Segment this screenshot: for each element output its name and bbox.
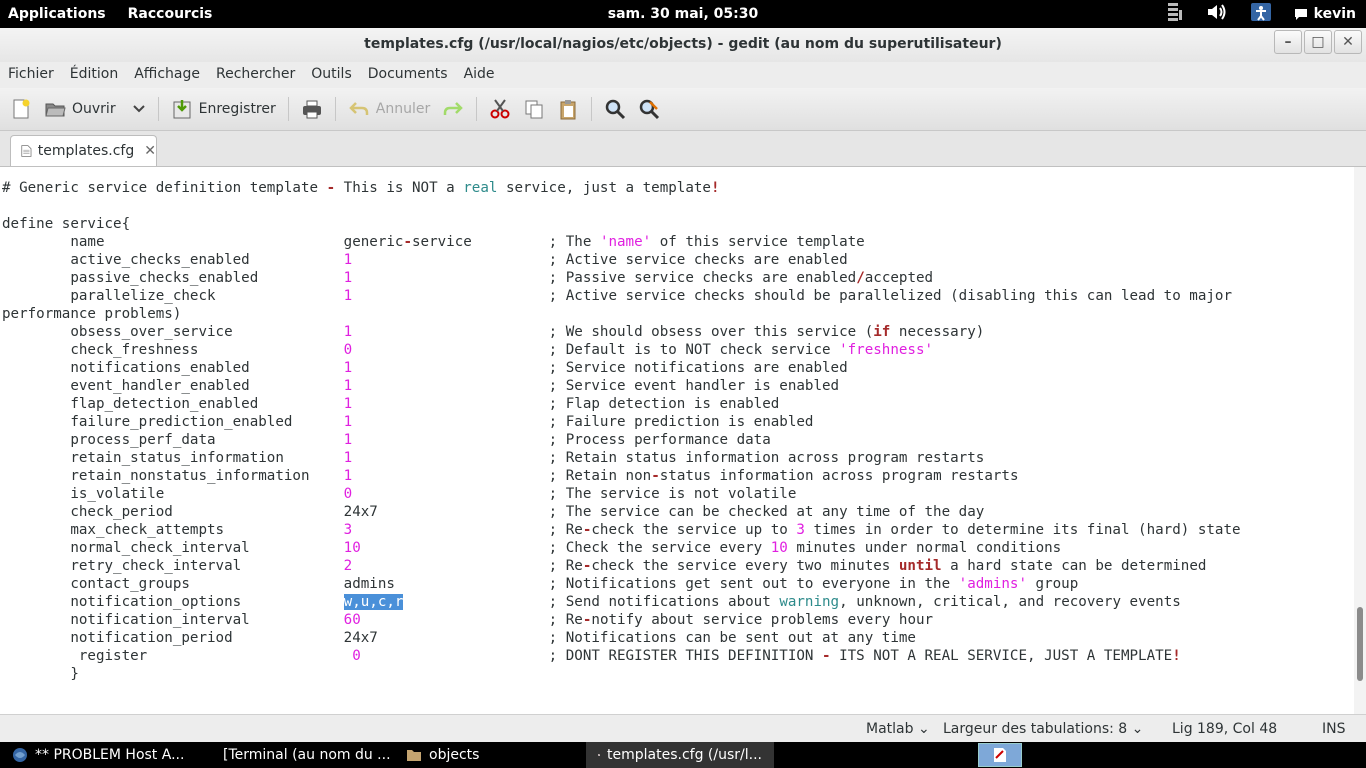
window-titlebar[interactable]: templates.cfg (/usr/local/nagios/etc/obj… [0, 28, 1366, 62]
redo-button[interactable] [436, 93, 470, 125]
taskbar: ** PROBLEM Host A... [Terminal (au nom d… [0, 742, 1366, 768]
browser-icon [13, 748, 27, 762]
menu-edition[interactable]: Édition [62, 62, 126, 86]
paste-icon [560, 100, 576, 120]
volume-icon[interactable] [1206, 3, 1228, 25]
toolbar-separator [287, 97, 289, 121]
printer-icon [302, 100, 321, 119]
statusbar: Matlab ⌄ Largeur des tabulations: 8 ⌄ Li… [0, 714, 1366, 743]
toolbar-separator [591, 97, 593, 121]
undo-button[interactable]: Annuler [342, 93, 436, 125]
new-document-icon [13, 99, 30, 119]
text-editor-icon [994, 748, 1006, 762]
folder-icon [407, 750, 421, 761]
maximize-button[interactable]: □ [1304, 30, 1332, 54]
task-label: ** PROBLEM Host A... [35, 747, 185, 763]
copy-button[interactable] [517, 93, 551, 125]
menu-fichier[interactable]: Fichier [0, 62, 62, 86]
insert-mode: INS [1322, 721, 1346, 737]
menu-affichage[interactable]: Affichage [126, 62, 208, 86]
tab-width-label: Largeur des tabulations: 8 [943, 721, 1128, 737]
accessibility-icon[interactable] [1250, 2, 1272, 26]
tab-width-selector[interactable]: Largeur des tabulations: 8 ⌄ [943, 715, 1143, 743]
workspace-switcher[interactable] [978, 743, 1022, 767]
language-selector[interactable]: Matlab ⌄ [866, 715, 930, 743]
save-label: Enregistrer [198, 101, 276, 117]
selected-text[interactable]: w,u,c,r [343, 594, 404, 610]
redo-icon [443, 102, 464, 115]
new-document-button[interactable] [0, 93, 38, 125]
text-editor-icon [598, 754, 600, 756]
undo-label: Annuler [375, 101, 431, 117]
copy-icon [525, 100, 543, 119]
replace-button[interactable] [632, 93, 666, 125]
text-editor[interactable]: # Generic service definition template - … [0, 167, 1354, 714]
chevron-down-icon[interactable] [132, 102, 146, 116]
toolbar-separator [334, 97, 336, 121]
close-button[interactable]: ✕ [1334, 30, 1362, 54]
folder-open-icon [45, 103, 66, 117]
network-icon[interactable] [1166, 2, 1184, 26]
vertical-scrollbar[interactable] [1354, 167, 1366, 714]
open-label: Ouvrir [72, 101, 116, 117]
search-icon [605, 99, 626, 120]
minimize-button[interactable]: – [1274, 30, 1302, 54]
task-label: templates.cfg (/usr/l... [607, 747, 762, 763]
user-menu[interactable]: kevin [1294, 6, 1356, 22]
task-objects[interactable]: objects [394, 742, 586, 768]
chevron-down-icon: ⌄ [1131, 721, 1144, 737]
toolbar-separator [476, 97, 478, 121]
task-templates-cfg[interactable]: templates.cfg (/usr/l... [586, 742, 774, 768]
task-label: [Terminal (au nom du ... [223, 747, 391, 763]
tab-label: templates.cfg [37, 143, 135, 159]
task-problem-host[interactable]: ** PROBLEM Host A... [0, 742, 204, 768]
toolbar: Ouvrir Enregistrer Annuler [0, 88, 1366, 131]
save-icon [173, 100, 191, 119]
applications-menu[interactable]: Applications [8, 6, 106, 22]
toolbar-separator [157, 97, 159, 121]
undo-icon [348, 102, 369, 115]
menu-documents[interactable]: Documents [360, 62, 456, 86]
language-label: Matlab [866, 721, 914, 737]
user-name: kevin [1313, 6, 1356, 22]
text-file-icon [21, 145, 32, 157]
task-terminal[interactable]: [Terminal (au nom du ... [204, 742, 394, 768]
open-button[interactable]: Ouvrir [38, 93, 152, 125]
menu-rechercher[interactable]: Rechercher [208, 62, 303, 86]
save-button[interactable]: Enregistrer [165, 93, 282, 125]
menubar: Fichier Édition Affichage Rechercher Out… [0, 62, 1366, 86]
window-title: templates.cfg (/usr/local/nagios/etc/obj… [364, 36, 1002, 52]
search-replace-icon [639, 99, 660, 120]
chevron-down-icon: ⌄ [917, 721, 930, 737]
cut-button[interactable] [483, 93, 517, 125]
menu-aide[interactable]: Aide [456, 62, 503, 86]
cursor-position: Lig 189, Col 48 [1172, 721, 1278, 737]
top-panel: Applications Raccourcis sam. 30 mai, 05:… [0, 0, 1366, 28]
search-button[interactable] [598, 93, 632, 125]
editor-content[interactable]: # Generic service definition template - … [0, 167, 1354, 683]
menu-outils[interactable]: Outils [303, 62, 359, 86]
chat-bubble-icon [1294, 9, 1307, 20]
document-tabs: templates.cfg ✕ [0, 131, 1366, 167]
tab-templates-cfg[interactable]: templates.cfg ✕ [10, 135, 157, 166]
scissors-icon [490, 99, 510, 119]
close-tab-icon[interactable]: ✕ [144, 143, 156, 159]
scrollbar-thumb[interactable] [1357, 607, 1363, 681]
paste-button[interactable] [551, 93, 585, 125]
print-button[interactable] [295, 93, 329, 125]
shortcuts-menu[interactable]: Raccourcis [128, 6, 213, 22]
task-label: objects [429, 747, 480, 763]
